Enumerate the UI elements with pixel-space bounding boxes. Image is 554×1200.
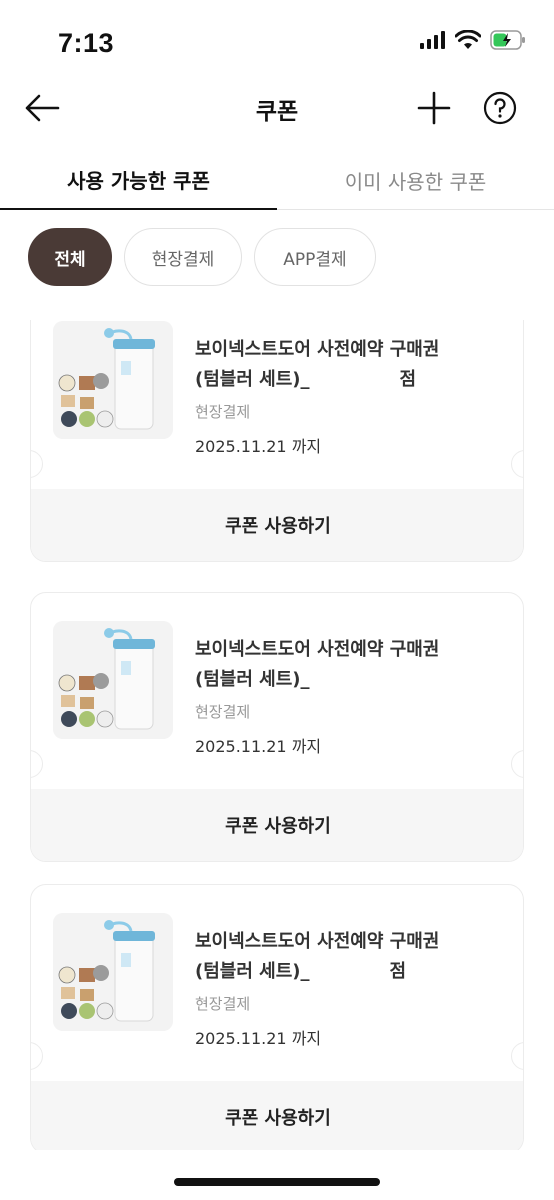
use-coupon-button[interactable]: 쿠폰 사용하기 [31,489,523,561]
coupon-payment-type: 현장결제 [195,703,251,721]
coupon-card: 보이넥스트도어 사전예약 구매권 (텀블러 세트)_ 점 현장결제 2025.11… [30,884,524,1150]
filter-onsite-payment-chip[interactable]: 현장결제 [124,228,242,286]
product-image [53,321,173,439]
status-time: 7:13 [58,28,115,58]
wifi-icon [454,29,482,54]
ticket-notch-right [511,450,523,478]
navigation-bar: 쿠폰 [0,80,554,136]
coupon-title-suffix: 점 [399,369,417,390]
ticket-notch-right [511,750,523,778]
coupon-card: 보이넥스트도어 사전예약 구매권 (텀블러 세트)_ 현장결제 2025.11.… [30,592,524,862]
tab-available-coupons[interactable]: 사용 가능한 쿠폰 [0,150,277,210]
coupon-payment-type: 현장결제 [195,995,251,1013]
coupon-title-suffix: 점 [389,961,407,982]
coupon-title-line: (텀블러 세트)_ [195,665,495,695]
product-image [53,913,173,1031]
add-coupon-button[interactable] [414,88,454,128]
tab-used-coupons[interactable]: 이미 사용한 쿠폰 [277,150,554,210]
filter-chips: 전체 현장결제 APP결제 [28,228,376,286]
coupon-title-text: (텀블러 세트)_ [195,369,310,390]
ticket-notch-left [31,1042,43,1070]
help-button[interactable] [482,90,518,126]
coupon-title-text: (텀블러 세트)_ [195,961,310,982]
coupon-expiry-date: 2025.11.21 까지 [195,737,322,756]
battery-charging-icon [490,30,526,54]
page-title: 쿠폰 [255,99,299,125]
coupon-list[interactable]: 보이넥스트도어 사전예약 구매권 (텀블러 세트)_ 점 현장결제 2025.11… [30,320,524,1150]
coupon-title-line: (텀블러 세트)_ 점 [195,365,495,395]
coupon-title-line: 보이넥스트도어 사전예약 구매권 [195,639,440,660]
coupon-tabs: 사용 가능한 쿠폰 이미 사용한 쿠폰 [0,150,554,210]
coupon-title-line: (텀블러 세트)_ 점 [195,957,495,987]
coupon-title: 보이넥스트도어 사전예약 구매권 (텀블러 세트)_ 점 [195,927,495,987]
coupon-title-line: 보이넥스트도어 사전예약 구매권 [195,931,440,952]
status-icons [420,29,526,54]
coupon-expiry-date: 2025.11.21 까지 [195,1029,322,1048]
ticket-notch-left [31,450,43,478]
coupon-card: 보이넥스트도어 사전예약 구매권 (텀블러 세트)_ 점 현장결제 2025.11… [30,320,524,562]
cellular-signal-icon [420,31,446,53]
filter-all-chip[interactable]: 전체 [28,228,112,286]
coupon-title: 보이넥스트도어 사전예약 구매권 (텀블러 세트)_ 점 [195,335,495,395]
status-bar: 7:13 [0,0,554,80]
ticket-notch-left [31,750,43,778]
use-coupon-button[interactable]: 쿠폰 사용하기 [31,1081,523,1150]
use-coupon-button[interactable]: 쿠폰 사용하기 [31,789,523,861]
home-indicator [174,1178,380,1186]
ticket-notch-right [511,1042,523,1070]
coupon-payment-type: 현장결제 [195,403,251,421]
coupon-title: 보이넥스트도어 사전예약 구매권 (텀블러 세트)_ [195,635,495,695]
plus-icon [417,91,451,125]
coupon-title-text: (텀블러 세트)_ [195,669,310,690]
coupon-expiry-date: 2025.11.21 까지 [195,437,322,456]
question-circle-icon [483,91,517,125]
coupon-title-line: 보이넥스트도어 사전예약 구매권 [195,339,440,360]
filter-app-payment-chip[interactable]: APP결제 [254,228,376,286]
product-image [53,621,173,739]
